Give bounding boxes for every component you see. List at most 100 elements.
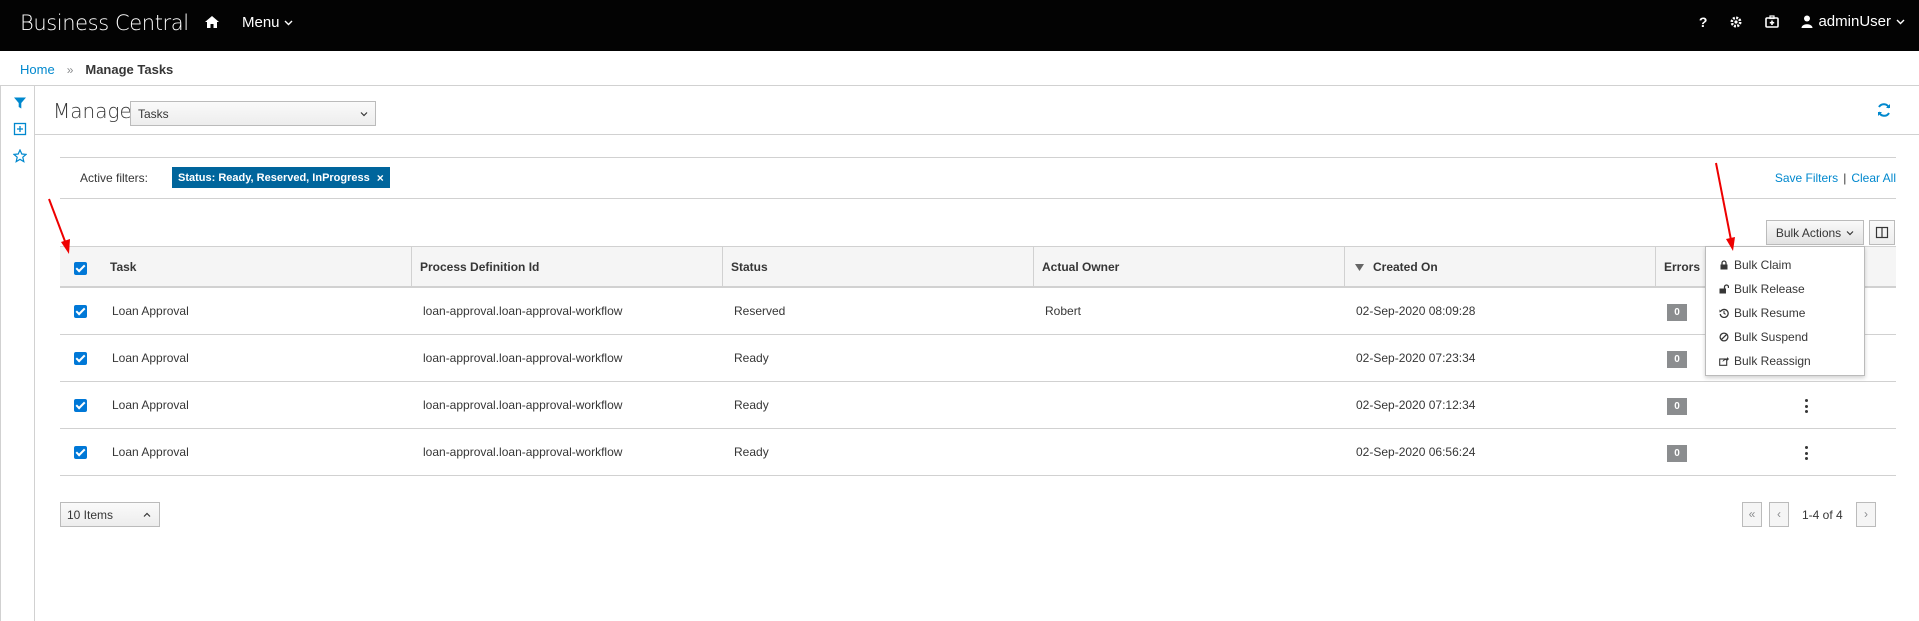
breadcrumb-separator: » [66, 62, 74, 77]
chevron-down-icon [360, 111, 368, 116]
table-header: Task Process Definition Id Status Actual… [60, 246, 1896, 288]
username: adminUser [1818, 13, 1891, 30]
errors-badge[interactable]: 0 [1667, 304, 1687, 321]
col-process-definition[interactable]: Process Definition Id [411, 247, 722, 287]
save-filters-link[interactable]: Save Filters [1775, 171, 1838, 185]
breadcrumb: Home » Manage Tasks [20, 62, 173, 77]
kebab-menu-icon[interactable] [1805, 399, 1809, 413]
share-icon [1719, 357, 1729, 366]
bulk-suspend-item[interactable]: Bulk Suspend [1706, 325, 1864, 349]
errors-badge[interactable]: 0 [1667, 398, 1687, 415]
bulk-release-item[interactable]: Bulk Release [1706, 277, 1864, 301]
columns-icon [1875, 226, 1889, 239]
bulk-claim-label: Bulk Claim [1734, 258, 1792, 272]
filter-icon[interactable] [13, 96, 27, 110]
medkit-icon[interactable] [1765, 15, 1780, 28]
bulk-resume-label: Bulk Resume [1734, 306, 1806, 320]
cell-task: Loan Approval [112, 445, 189, 459]
col-task[interactable]: Task [102, 247, 413, 287]
col-status[interactable]: Status [722, 247, 1033, 287]
cell-process: loan-approval.loan-approval-workflow [423, 445, 623, 459]
select-all-checkbox[interactable] [74, 262, 87, 275]
bulk-claim-item[interactable]: Bulk Claim [1706, 253, 1864, 277]
page-size-label: 10 Items [67, 507, 114, 522]
help-icon[interactable]: ? [1699, 14, 1708, 30]
cell-created: 02-Sep-2020 07:12:34 [1356, 398, 1476, 412]
divider [35, 134, 1919, 135]
cell-status: Ready [734, 398, 769, 412]
filter-chip-label: Status: Ready, Reserved, InProgress [178, 171, 370, 184]
top-navbar: Business Central Menu ? adminUser [0, 0, 1919, 51]
kebab-menu-icon[interactable] [1805, 446, 1809, 460]
star-icon[interactable] [13, 149, 27, 163]
filter-chip: Status: Ready, Reserved, InProgress × [172, 167, 390, 188]
page-size-button[interactable]: 10 Items [60, 502, 160, 527]
table-row[interactable]: Loan Approval loan-approval.loan-approva… [60, 429, 1896, 476]
sort-desc-icon [1355, 264, 1364, 271]
bulk-actions-label: Bulk Actions [1775, 225, 1842, 240]
lock-icon [1720, 260, 1728, 270]
table-row[interactable]: Loan Approval loan-approval.loan-approva… [60, 335, 1896, 382]
active-filters-bar: Active filters: Status: Ready, Reserved,… [60, 157, 1896, 199]
filters-label: Active filters: [80, 171, 149, 185]
row-checkbox[interactable] [74, 446, 87, 459]
menu-label: Menu [242, 14, 280, 31]
user-icon [1801, 15, 1813, 28]
column-picker-button[interactable] [1869, 220, 1895, 245]
brand-title[interactable]: Business Central [20, 11, 189, 35]
add-square-icon[interactable] [13, 122, 27, 136]
first-page-button[interactable]: « [1742, 502, 1762, 527]
bulk-actions-button[interactable]: Bulk Actions [1766, 220, 1864, 245]
bulk-actions-menu: Bulk Claim Bulk Release Bulk Resume Bulk… [1705, 246, 1865, 376]
bulk-resume-item[interactable]: Bulk Resume [1706, 301, 1864, 325]
col-created-on[interactable]: Created On [1344, 247, 1655, 287]
errors-badge[interactable]: 0 [1667, 445, 1687, 462]
cell-process: loan-approval.loan-approval-workflow [423, 398, 623, 412]
ban-icon [1719, 332, 1729, 342]
history-icon [1719, 308, 1729, 318]
cell-task: Loan Approval [112, 351, 189, 365]
row-checkbox[interactable] [74, 305, 87, 318]
unlock-icon [1719, 284, 1729, 294]
view-select[interactable]: Tasks [130, 101, 376, 126]
home-icon[interactable] [204, 14, 220, 30]
chevron-down-icon [1846, 230, 1854, 235]
next-page-button[interactable]: › [1856, 502, 1876, 527]
clear-all-link[interactable]: Clear All [1851, 171, 1896, 185]
prev-page-button[interactable]: ‹ [1769, 502, 1789, 527]
cell-created: 02-Sep-2020 06:56:24 [1356, 445, 1476, 459]
col-actual-owner[interactable]: Actual Owner [1033, 247, 1344, 287]
cell-status: Reserved [734, 304, 786, 318]
menu-dropdown[interactable]: Menu [242, 14, 293, 31]
cell-status: Ready [734, 445, 769, 459]
divider [0, 85, 1919, 86]
gear-icon[interactable] [1729, 15, 1743, 29]
page-title: Manage [53, 99, 132, 123]
cell-process: loan-approval.loan-approval-workflow [423, 304, 623, 318]
left-toolstrip [0, 86, 35, 621]
link-divider: | [1843, 171, 1847, 185]
tasks-table: Task Process Definition Id Status Actual… [60, 246, 1896, 476]
view-select-value: Tasks [138, 106, 169, 121]
row-checkbox[interactable] [74, 399, 87, 412]
errors-badge[interactable]: 0 [1667, 351, 1687, 368]
row-checkbox[interactable] [74, 352, 87, 365]
cell-task: Loan Approval [112, 304, 189, 318]
cell-process: loan-approval.loan-approval-workflow [423, 351, 623, 365]
table-row[interactable]: Loan Approval loan-approval.loan-approva… [60, 382, 1896, 429]
breadcrumb-home[interactable]: Home [20, 62, 55, 77]
close-icon[interactable]: × [377, 171, 384, 185]
user-menu[interactable]: adminUser [1801, 13, 1905, 30]
bulk-suspend-label: Bulk Suspend [1734, 330, 1809, 344]
table-row[interactable]: Loan Approval loan-approval.loan-approva… [60, 288, 1896, 335]
chevron-up-icon [143, 512, 151, 517]
refresh-icon[interactable] [1876, 102, 1892, 118]
breadcrumb-current: Manage Tasks [85, 62, 174, 77]
bulk-reassign-label: Bulk Reassign [1734, 354, 1811, 368]
cell-created: 02-Sep-2020 07:23:34 [1356, 351, 1476, 365]
chevron-down-icon [284, 20, 293, 25]
cell-created: 02-Sep-2020 08:09:28 [1356, 304, 1476, 318]
bulk-reassign-item[interactable]: Bulk Reassign [1706, 349, 1864, 373]
cell-status: Ready [734, 351, 769, 365]
cell-task: Loan Approval [112, 398, 189, 412]
